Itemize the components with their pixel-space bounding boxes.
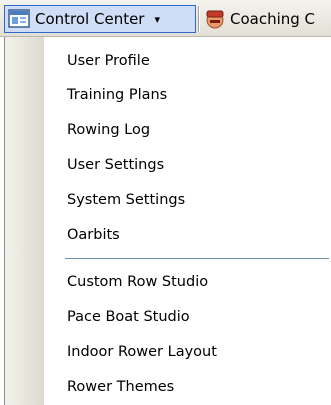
menu-item-user-profile[interactable]: User Profile xyxy=(44,45,330,77)
control-center-button[interactable]: Control Center ▾ xyxy=(4,5,196,33)
menu-item-pace-boat-studio[interactable]: Pace Boat Studio xyxy=(44,301,330,333)
menu-item-rowing-log[interactable]: Rowing Log xyxy=(44,114,330,146)
control-center-menu: User Profile Training Plans Rowing Log U… xyxy=(4,37,329,405)
menu-item-custom-row-studio[interactable]: Custom Row Studio xyxy=(44,266,330,298)
control-center-icon xyxy=(8,8,30,30)
menu-item-training-plans[interactable]: Training Plans xyxy=(44,79,330,111)
toolbar: Control Center ▾ Coaching C xyxy=(0,0,331,37)
menu-divider xyxy=(65,258,329,259)
menu-icon-gutter xyxy=(5,37,44,405)
coaching-button[interactable]: Coaching C xyxy=(204,5,331,33)
coaching-label: Coaching C xyxy=(230,10,316,28)
toolbar-separator xyxy=(198,6,200,32)
menu-item-oarbits[interactable]: Oarbits xyxy=(44,219,330,251)
coach-icon xyxy=(204,8,226,30)
control-center-label: Control Center xyxy=(35,10,145,28)
menu-item-user-settings[interactable]: User Settings xyxy=(44,149,330,181)
chevron-down-icon[interactable]: ▾ xyxy=(154,13,160,26)
menu-item-system-settings[interactable]: System Settings xyxy=(44,184,330,216)
menu-item-indoor-rower-layout[interactable]: Indoor Rower Layout xyxy=(44,336,330,368)
menu-item-rower-themes[interactable]: Rower Themes xyxy=(44,371,330,403)
